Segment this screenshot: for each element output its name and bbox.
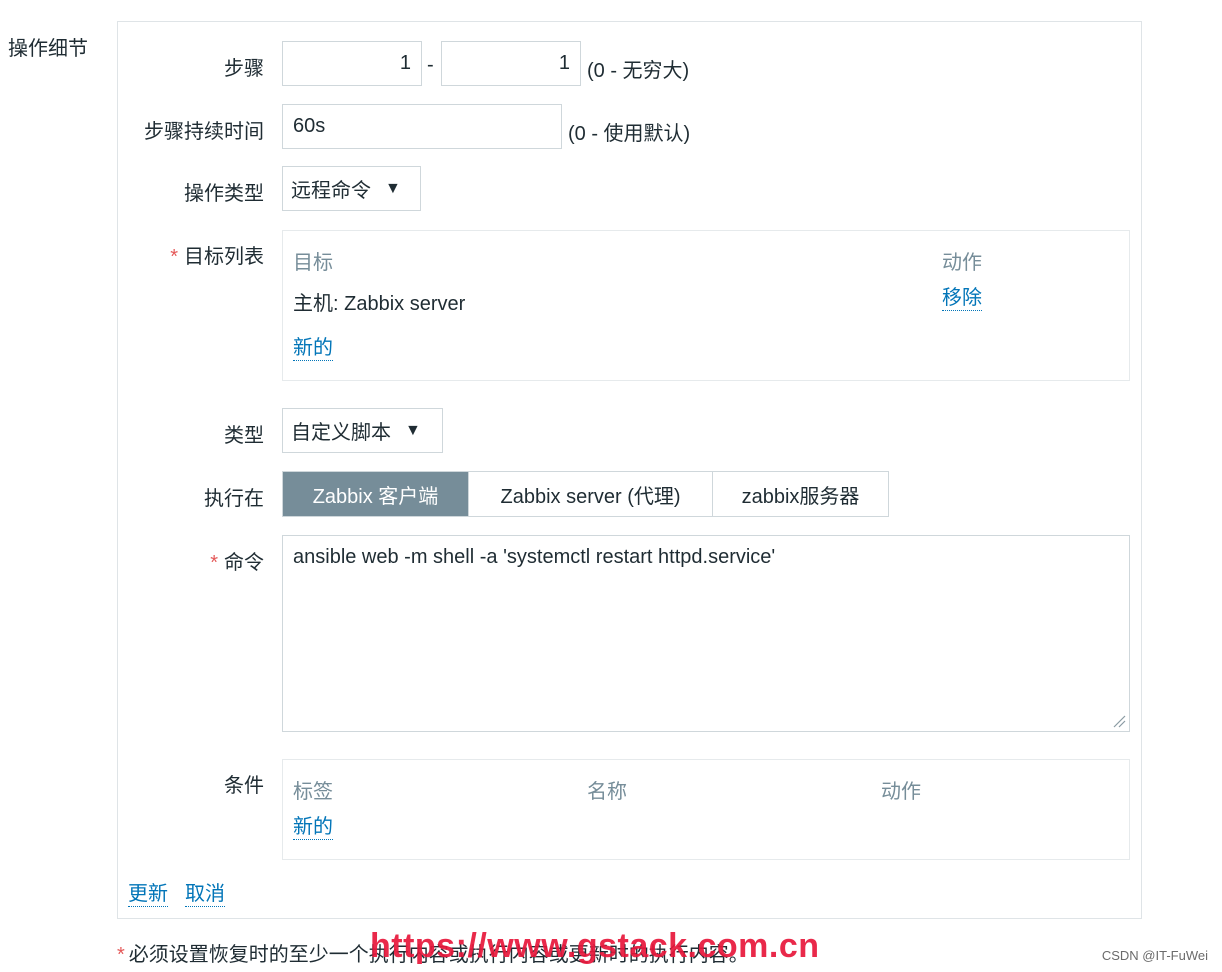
target-list-label-text: 目标列表	[184, 246, 264, 268]
watermark: https://www.gstack.com.cn	[370, 927, 820, 965]
execute-on-segmented-control: Zabbix 客户端 Zabbix server (代理) zabbix服务器	[282, 471, 889, 517]
operation-type-label: 操作类型	[184, 183, 264, 205]
required-mark: *	[210, 552, 218, 574]
conditions-label-column-header: 标签	[293, 781, 333, 803]
operation-type-select[interactable]: 远程命令 ▼	[282, 166, 421, 211]
step-duration-hint: (0 - 使用默认)	[568, 123, 691, 145]
steps-separator: -	[427, 54, 434, 76]
required-mark: *	[117, 944, 125, 966]
step-duration-input[interactable]	[282, 104, 562, 149]
steps-hint: (0 - 无穷大)	[587, 60, 690, 82]
steps-from-input[interactable]	[282, 41, 422, 86]
target-list-label: * 目标列表	[170, 240, 264, 269]
conditions-new-link[interactable]: 新的	[293, 815, 333, 840]
required-mark: *	[170, 246, 178, 268]
target-action-column-header: 动作	[942, 252, 982, 274]
command-value: ansible web -m shell -a 'systemctl resta…	[293, 546, 776, 568]
type-select[interactable]: 自定义脚本 ▼	[282, 408, 443, 453]
type-value: 自定义脚本	[291, 422, 391, 444]
cancel-link[interactable]: 取消	[185, 882, 225, 907]
command-label: * 命令	[210, 546, 264, 575]
execute-on-zabbix-server[interactable]: zabbix服务器	[712, 472, 888, 516]
chevron-down-icon: ▼	[385, 179, 401, 197]
credit: CSDN @IT-FuWei	[1101, 948, 1208, 963]
execute-on-zabbix-server-proxy[interactable]: Zabbix server (代理)	[468, 472, 712, 516]
command-label-text: 命令	[224, 552, 264, 574]
steps-label: 步骤	[224, 58, 264, 80]
section-label: 操作细节	[8, 38, 88, 60]
chevron-down-icon: ▼	[405, 421, 421, 439]
command-textarea[interactable]: ansible web -m shell -a 'systemctl resta…	[282, 535, 1130, 732]
target-row-host: 主机: Zabbix server	[293, 293, 466, 315]
steps-to-input[interactable]	[441, 41, 581, 86]
step-duration-label: 步骤持续时间	[144, 121, 264, 143]
conditions-action-column-header: 动作	[881, 781, 921, 803]
update-link[interactable]: 更新	[128, 882, 168, 907]
conditions-label: 条件	[224, 775, 264, 797]
type-label: 类型	[224, 425, 264, 447]
execute-on-zabbix-agent[interactable]: Zabbix 客户端	[283, 472, 468, 516]
operation-type-value: 远程命令	[291, 180, 371, 202]
resize-handle-icon[interactable]	[1112, 714, 1126, 728]
conditions-box	[282, 759, 1130, 860]
target-remove-link[interactable]: 移除	[942, 286, 982, 311]
target-column-header: 目标	[293, 252, 333, 274]
conditions-name-column-header: 名称	[587, 781, 627, 803]
target-new-link[interactable]: 新的	[293, 336, 333, 361]
execute-on-label: 执行在	[204, 488, 264, 510]
